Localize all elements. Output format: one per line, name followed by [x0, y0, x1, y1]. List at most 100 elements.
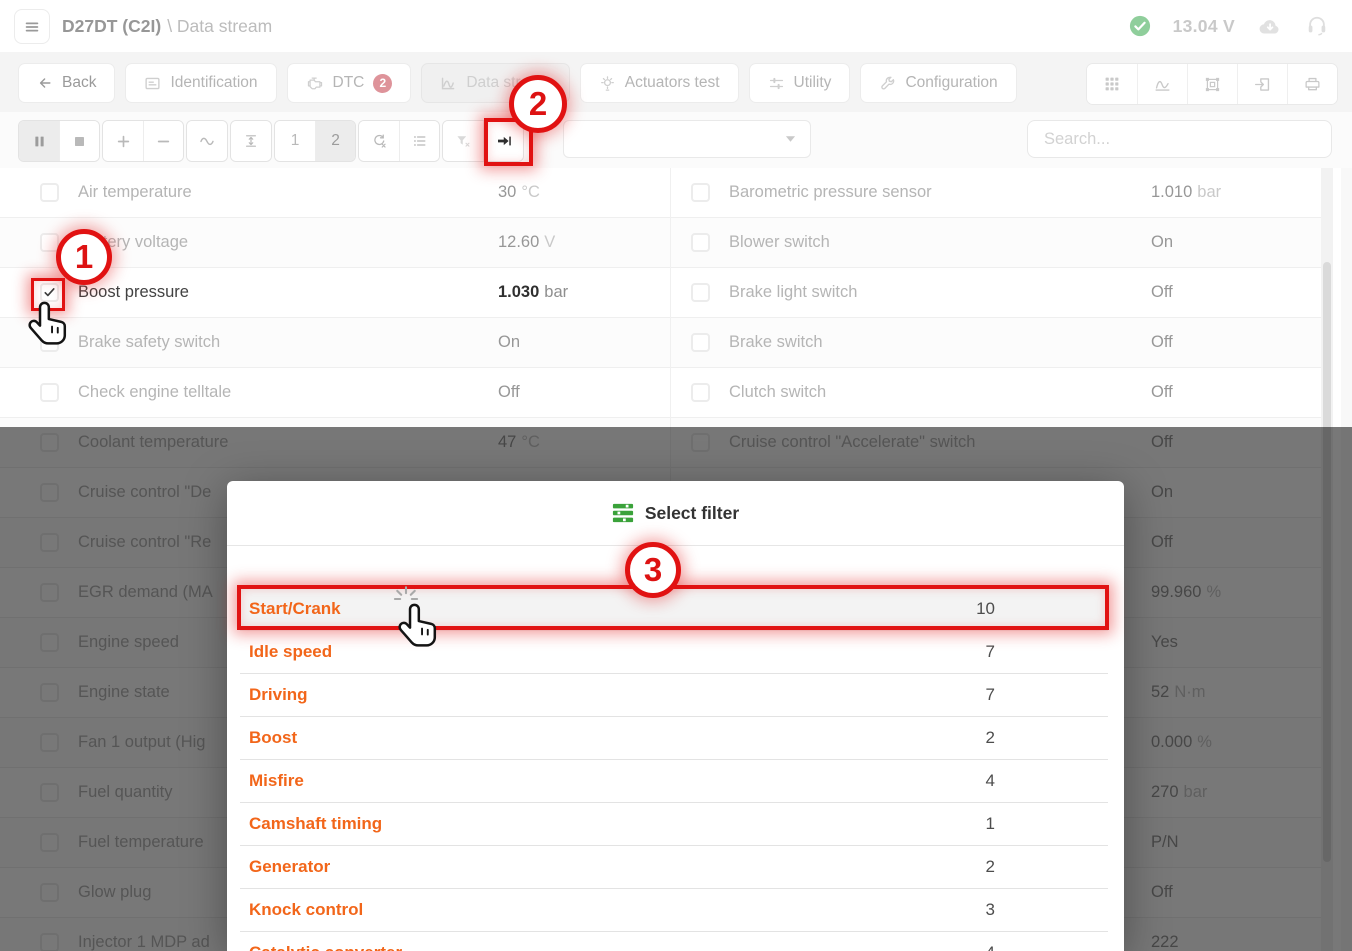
parameter-row[interactable]: Brake switchOff	[671, 318, 1321, 368]
toolbar-button-groups: 12	[18, 120, 524, 162]
row-checkbox[interactable]	[40, 383, 59, 402]
parameter-row[interactable]: Barometric pressure sensor1.010bar	[671, 168, 1321, 218]
filter-option-row[interactable]: Driving 7	[240, 674, 1108, 717]
tab-label: Identification	[170, 74, 257, 92]
parameter-value-group: Off	[1151, 283, 1173, 302]
filter-option-count: 7	[986, 642, 995, 662]
tab-actuators-test[interactable]: Actuators test	[580, 63, 739, 103]
view-graph-button[interactable]	[1137, 64, 1187, 104]
filter-option-label: Camshaft timing	[249, 814, 382, 834]
tab-label: Back	[62, 74, 96, 92]
search-box	[1027, 120, 1332, 158]
parameter-value-group: 30°C	[498, 183, 540, 202]
toolbar-group	[186, 120, 228, 162]
filter-option-row[interactable]: Boost 2	[240, 717, 1108, 760]
tab-back[interactable]: Back	[18, 63, 115, 103]
parameter-value: 1.010	[1151, 183, 1192, 201]
grid-icon	[1104, 76, 1120, 92]
cloud-sync-icon[interactable]	[1257, 16, 1284, 36]
filter-option-count: 7	[986, 685, 995, 705]
parameter-label: Battery voltage	[78, 233, 498, 252]
annotation-step-2-number: 2	[529, 85, 547, 123]
menu-button[interactable]	[14, 9, 50, 44]
parameter-value: Off	[1151, 333, 1173, 351]
parameter-value: Off	[498, 383, 520, 401]
hand-cursor-icon	[28, 299, 72, 363]
back-arrow-icon	[37, 75, 53, 91]
wave-icon	[199, 133, 215, 149]
toolbar-button-label: 2	[331, 132, 340, 150]
nav-row: BackIdentificationDTC2Data streamActuato…	[0, 52, 1352, 112]
parameter-label: Check engine telltale	[78, 383, 498, 402]
filter-option-label: Driving	[249, 685, 308, 705]
filter-option-label: Boost	[249, 728, 297, 748]
breadcrumb-page: \ Data stream	[167, 16, 272, 37]
filter-option-row[interactable]: Knock control3	[240, 889, 1108, 932]
row-checkbox[interactable]	[691, 333, 710, 352]
parameter-row[interactable]: Air temperature30°C	[0, 168, 670, 218]
filter-option-count: 1	[986, 814, 995, 834]
parameter-row[interactable]: Check engine telltaleOff	[0, 368, 670, 418]
stop-button[interactable]	[59, 121, 99, 161]
parameter-row[interactable]: Brake light switchOff	[671, 268, 1321, 318]
parameter-unit: V	[544, 233, 555, 251]
list-view-button[interactable]	[399, 121, 439, 161]
parameter-row[interactable]: Clutch switchOff	[671, 368, 1321, 418]
filter-option-row[interactable]: Misfire4	[240, 760, 1108, 803]
zoom-in-button[interactable]	[103, 121, 143, 161]
filter-clear-icon	[455, 133, 471, 149]
parameter-row[interactable]: Brake safety switchOn	[0, 318, 670, 368]
parameter-value-group: 12.60V	[498, 233, 555, 252]
identification-icon	[144, 75, 161, 92]
filter-option-row[interactable]: Camshaft timing 1	[240, 803, 1108, 846]
zoom-out-button[interactable]	[143, 121, 183, 161]
toolbar-button-label: 1	[291, 132, 300, 150]
toolbar-dropdown[interactable]	[563, 120, 811, 158]
filter-option-count: 2	[986, 728, 995, 748]
parameter-value: Off	[1151, 383, 1173, 401]
filter-option-row[interactable]: Idle speed7	[240, 631, 1108, 674]
row-checkbox[interactable]	[691, 283, 710, 302]
top-bar-status: 13.04 V	[1129, 0, 1328, 52]
parameter-label: Brake safety switch	[78, 333, 498, 352]
filter-list-icon	[612, 502, 634, 524]
select-area-icon	[1204, 76, 1221, 93]
support-headset-icon[interactable]	[1306, 15, 1328, 37]
print-button[interactable]	[1287, 64, 1337, 104]
pause-icon	[32, 134, 47, 149]
row-checkbox[interactable]	[691, 183, 710, 202]
layout-1-button[interactable]: 1	[275, 121, 315, 161]
wave-view-button[interactable]	[187, 121, 227, 161]
select-area-button[interactable]	[1187, 64, 1237, 104]
text-height-button[interactable]	[231, 121, 271, 161]
filter-option-count: 3	[986, 900, 995, 920]
layout-2-button[interactable]: 2	[315, 121, 355, 161]
parameter-value-group: On	[1151, 233, 1173, 252]
parameter-value-group: Off	[1151, 383, 1173, 402]
clear-refresh-button[interactable]	[359, 121, 399, 161]
row-checkbox[interactable]	[40, 183, 59, 202]
filter-reset-button[interactable]	[443, 121, 483, 161]
pause-button[interactable]	[19, 121, 59, 161]
view-grid-button[interactable]	[1087, 64, 1137, 104]
tab-dtc[interactable]: DTC2	[287, 63, 412, 103]
tab-label: Utility	[794, 74, 832, 92]
row-checkbox[interactable]	[691, 233, 710, 252]
parameter-row[interactable]: Blower switchOn	[671, 218, 1321, 268]
printer-icon	[1304, 76, 1321, 93]
row-checkbox[interactable]	[691, 383, 710, 402]
export-button[interactable]	[1237, 64, 1287, 104]
toolbar-group	[18, 120, 100, 162]
tab-configuration[interactable]: Configuration	[860, 63, 1016, 103]
search-input[interactable]	[1028, 130, 1331, 149]
filter-option-row[interactable]: Catalytic converter4	[240, 932, 1108, 951]
hamburger-icon	[23, 18, 41, 36]
tab-utility[interactable]: Utility	[749, 63, 851, 103]
toolbar-group	[102, 120, 184, 162]
tab-identification[interactable]: Identification	[125, 63, 276, 103]
parameter-value: On	[1151, 233, 1173, 251]
list-icon	[412, 133, 428, 149]
dtc-count-badge: 2	[373, 74, 392, 93]
filter-option-row[interactable]: Generator2	[240, 846, 1108, 889]
annotation-box-filter-row	[237, 585, 1109, 630]
